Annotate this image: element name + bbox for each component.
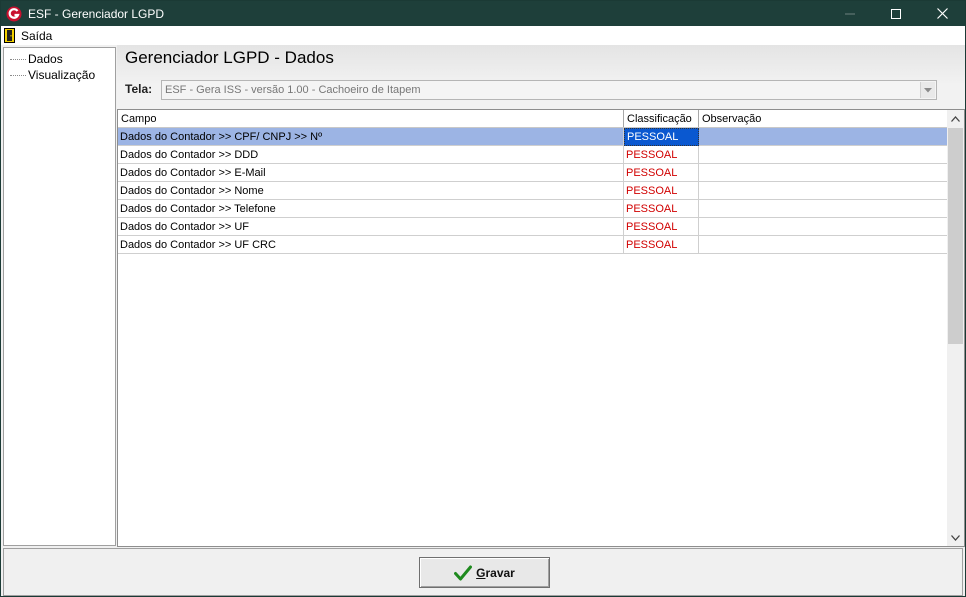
maximize-icon [891,8,901,19]
menu-bar: Saída [1,26,965,45]
cell-classificacao[interactable]: PESSOAL [624,128,699,146]
data-grid[interactable]: Campo Classificação Observação Dados do … [117,109,965,547]
checkmark-icon [454,565,473,580]
cell-campo[interactable]: Dados do Contador >> E-Mail [118,164,624,182]
tree-item-label: Visualização [28,68,96,82]
tree-connector [10,58,26,60]
cell-observacao[interactable] [699,128,948,146]
tela-selected-value: ESF - Gera ISS - versão 1.00 - Cachoeiro… [165,84,421,96]
table-row[interactable]: Dados do Contador >> Telefone PESSOAL [118,200,948,218]
table-row[interactable]: Dados do Contador >> Nome PESSOAL [118,182,948,200]
minimize-icon [845,13,855,14]
cell-campo[interactable]: Dados do Contador >> CPF/ CNPJ >> Nº [118,128,624,146]
title-bar[interactable]: ESF - Gerenciador LGPD [1,1,965,26]
exit-door-icon [4,28,15,43]
cell-campo[interactable]: Dados do Contador >> DDD [118,146,624,164]
scrollbar-thumb[interactable] [948,128,963,344]
cell-observacao[interactable] [699,146,948,164]
menu-item-label: Saída [21,28,53,43]
cell-classificacao[interactable]: PESSOAL [624,146,699,164]
table-row[interactable]: Dados do Contador >> E-Mail PESSOAL [118,164,948,182]
tela-label: Tela: [125,82,153,96]
cell-observacao[interactable] [699,200,948,218]
menu-item-saida[interactable]: Saída [1,26,56,45]
close-icon [936,8,948,19]
cell-observacao[interactable] [699,236,948,254]
save-button[interactable]: Gravar [419,557,550,588]
maximize-button[interactable] [873,1,919,26]
column-header-campo[interactable]: Campo [118,110,624,127]
tree-item-visualizacao[interactable]: Visualização [4,67,95,83]
save-label-rest: ravar [485,565,515,580]
scroll-up-button[interactable] [947,110,964,127]
cell-classificacao[interactable]: PESSOAL [624,236,699,254]
column-header-classificacao[interactable]: Classificação [624,110,699,127]
cell-classificacao[interactable]: PESSOAL [624,164,699,182]
table-row[interactable]: Dados do Contador >> DDD PESSOAL [118,146,948,164]
table-row[interactable]: Dados do Contador >> CPF/ CNPJ >> Nº PES… [118,128,948,146]
cell-campo[interactable]: Dados do Contador >> Telefone [118,200,624,218]
app-window: ESF - Gerenciador LGPD Saída Dados Visua… [0,0,966,597]
tela-dropdown[interactable]: ESF - Gera ISS - versão 1.00 - Cachoeiro… [161,80,937,100]
cell-observacao[interactable] [699,182,948,200]
cell-observacao[interactable] [699,164,948,182]
scroll-down-button[interactable] [947,529,964,546]
grid-header: Campo Classificação Observação [118,110,948,128]
tree-item-label: Dados [28,52,63,66]
cell-observacao[interactable] [699,218,948,236]
cell-classificacao[interactable]: PESSOAL [624,218,699,236]
navigation-tree: Dados Visualização [3,47,116,546]
cell-campo[interactable]: Dados do Contador >> Nome [118,182,624,200]
column-header-observacao[interactable]: Observação [699,110,948,127]
table-row[interactable]: Dados do Contador >> UF CRC PESSOAL [118,236,948,254]
cell-campo[interactable]: Dados do Contador >> UF CRC [118,236,624,254]
cell-classificacao[interactable]: PESSOAL [624,200,699,218]
dropdown-button[interactable] [920,82,935,98]
cell-campo[interactable]: Dados do Contador >> UF [118,218,624,236]
app-logo-icon [6,6,22,21]
vertical-scrollbar[interactable] [947,110,964,546]
cell-classificacao[interactable]: PESSOAL [624,182,699,200]
close-button[interactable] [919,1,965,26]
main-panel: Gerenciador LGPD - Dados Tela: ESF - Ger… [117,45,965,547]
footer-panel: Gravar [3,548,963,596]
chevron-down-icon [951,534,960,541]
table-row[interactable]: Dados do Contador >> UF PESSOAL [118,218,948,236]
chevron-up-icon [951,115,960,122]
page-title: Gerenciador LGPD - Dados [125,48,334,67]
window-title: ESF - Gerenciador LGPD [28,6,165,21]
tree-connector [10,74,26,76]
minimize-button[interactable] [827,1,873,26]
tree-item-dados[interactable]: Dados [4,51,63,67]
save-button-label: Gravar [476,566,515,580]
chevron-down-icon [924,87,932,92]
